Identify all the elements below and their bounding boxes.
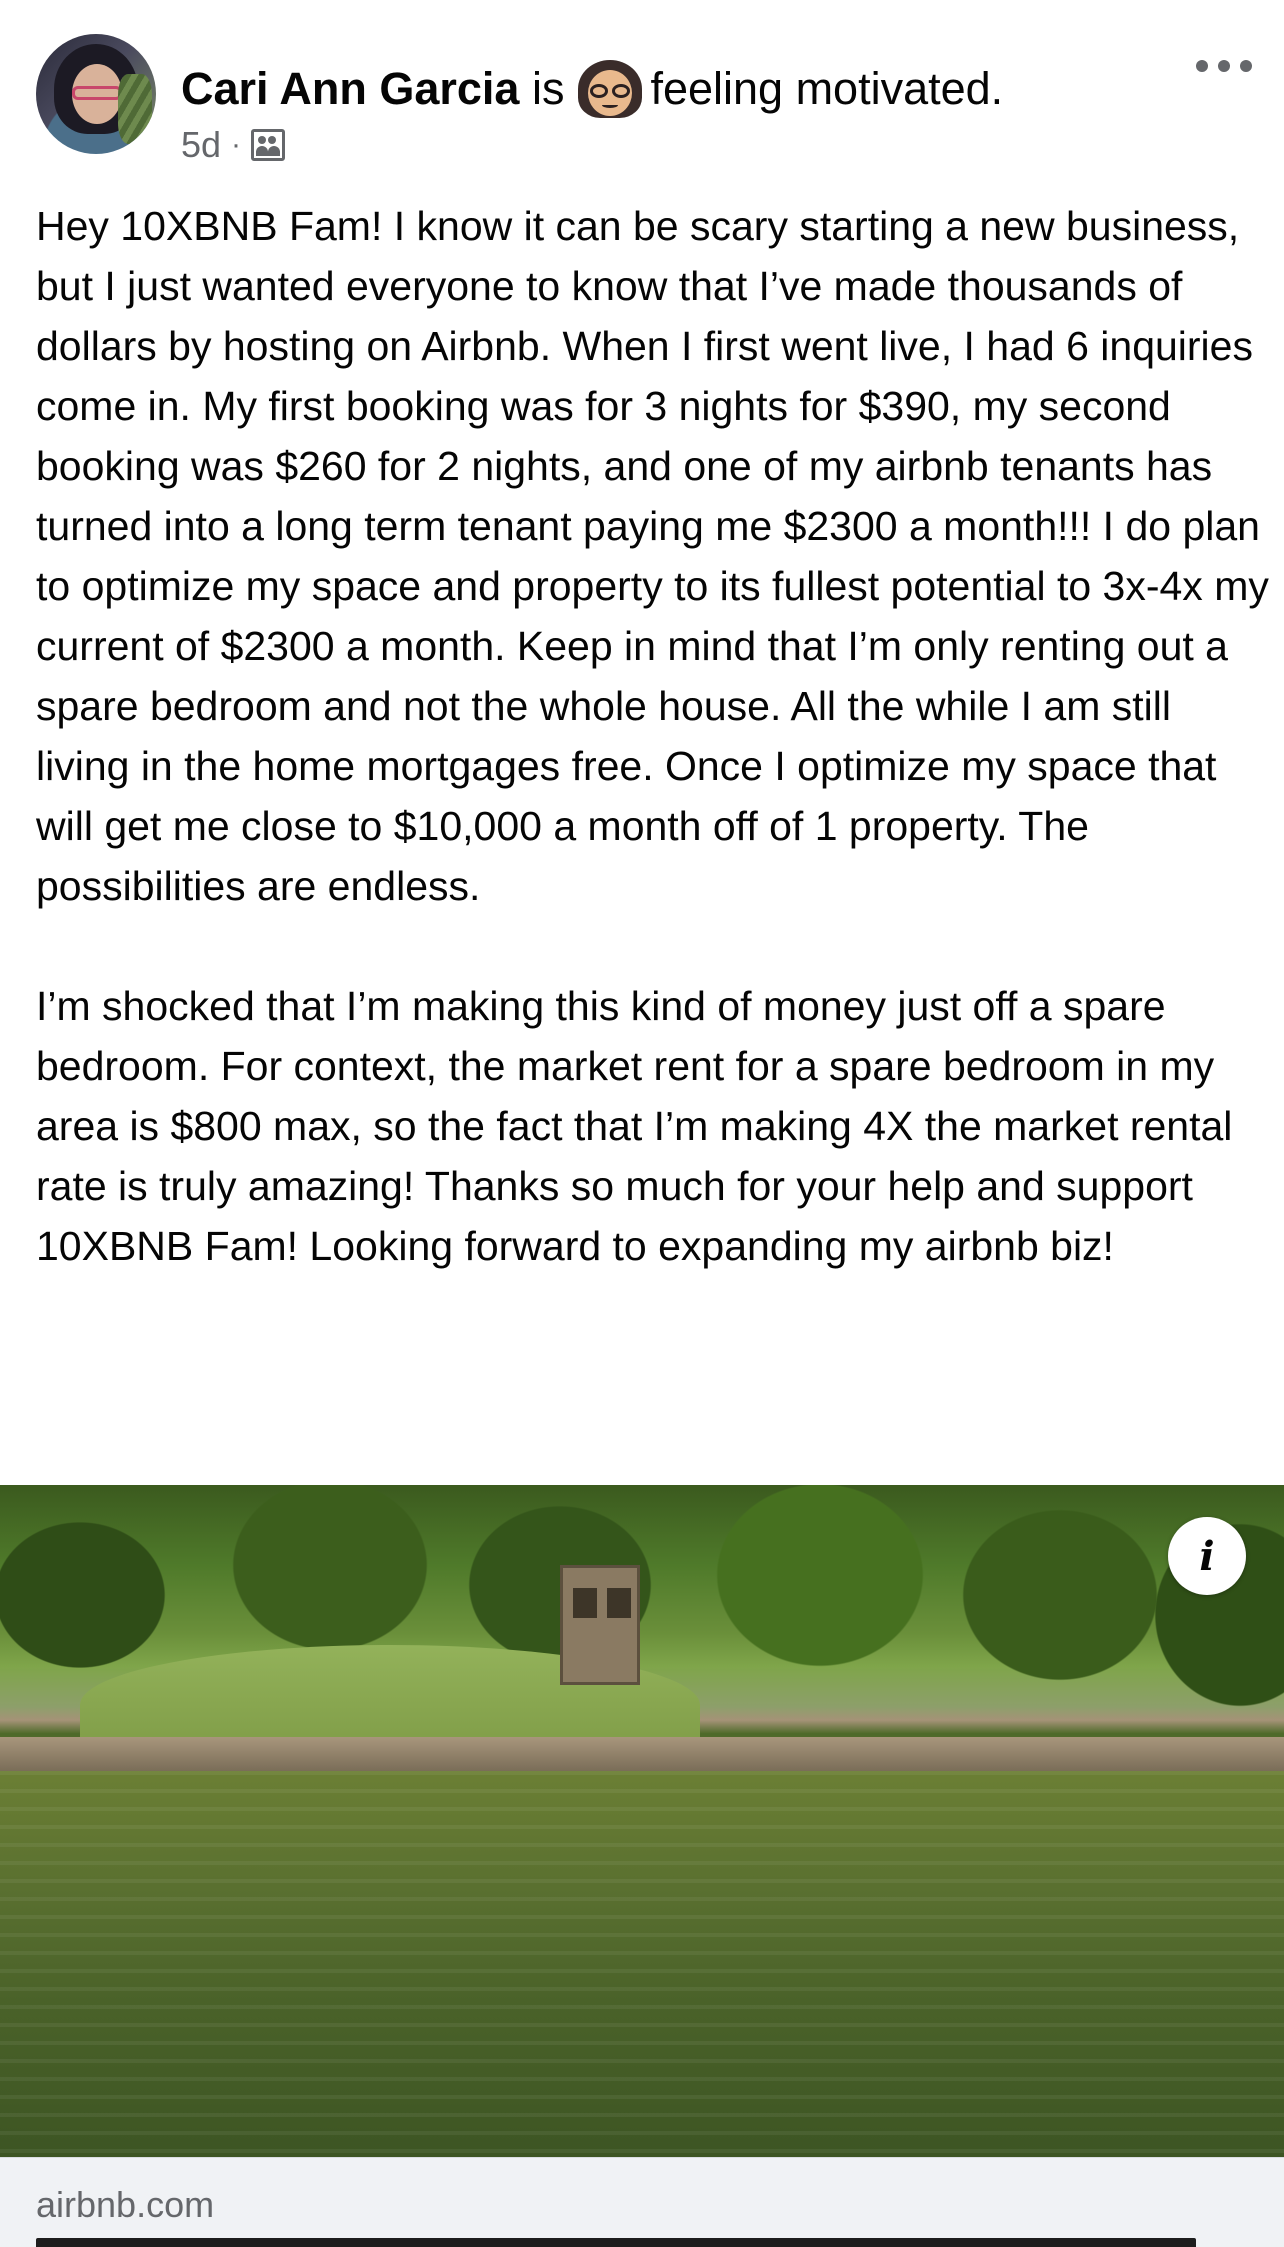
post-body: Hey 10XBNB Fam! I know it can be scary s… bbox=[36, 196, 1272, 1276]
info-icon[interactable]: i bbox=[1168, 1517, 1246, 1595]
avatar-background-pattern bbox=[118, 74, 152, 144]
image-house bbox=[560, 1565, 640, 1685]
post-paragraph: I’m shocked that I’m making this kind of… bbox=[36, 983, 1233, 1269]
link-preview-image[interactable]: i bbox=[0, 1485, 1284, 2157]
link-preview-footer[interactable]: airbnb.com bbox=[0, 2157, 1284, 2247]
group-members-icon bbox=[251, 129, 286, 161]
image-shore bbox=[0, 1737, 1284, 1771]
post-header: Cari Ann Garcia is feeling motivated. 5d… bbox=[0, 0, 1284, 190]
post-timestamp[interactable]: 5d bbox=[181, 124, 221, 166]
meta-separator: · bbox=[231, 128, 242, 161]
image-lake bbox=[0, 1771, 1284, 2157]
avatar-glasses bbox=[72, 86, 122, 100]
author-name[interactable]: Cari Ann Garcia bbox=[181, 58, 519, 120]
post-header-line: Cari Ann Garcia is feeling motivated. bbox=[181, 58, 1003, 120]
is-word: is bbox=[531, 63, 565, 114]
more-options-icon[interactable] bbox=[1196, 52, 1252, 80]
author-avatar[interactable] bbox=[36, 34, 156, 154]
link-domain: airbnb.com bbox=[36, 2184, 215, 2225]
link-title-cropped bbox=[36, 2238, 1196, 2247]
post-meta: 5d · bbox=[181, 124, 286, 166]
feeling-activity[interactable]: feeling motivated. bbox=[650, 58, 1003, 120]
post-paragraph: Hey 10XBNB Fam! I know it can be scary s… bbox=[36, 203, 1269, 909]
feeling-emoji-icon bbox=[574, 58, 646, 120]
